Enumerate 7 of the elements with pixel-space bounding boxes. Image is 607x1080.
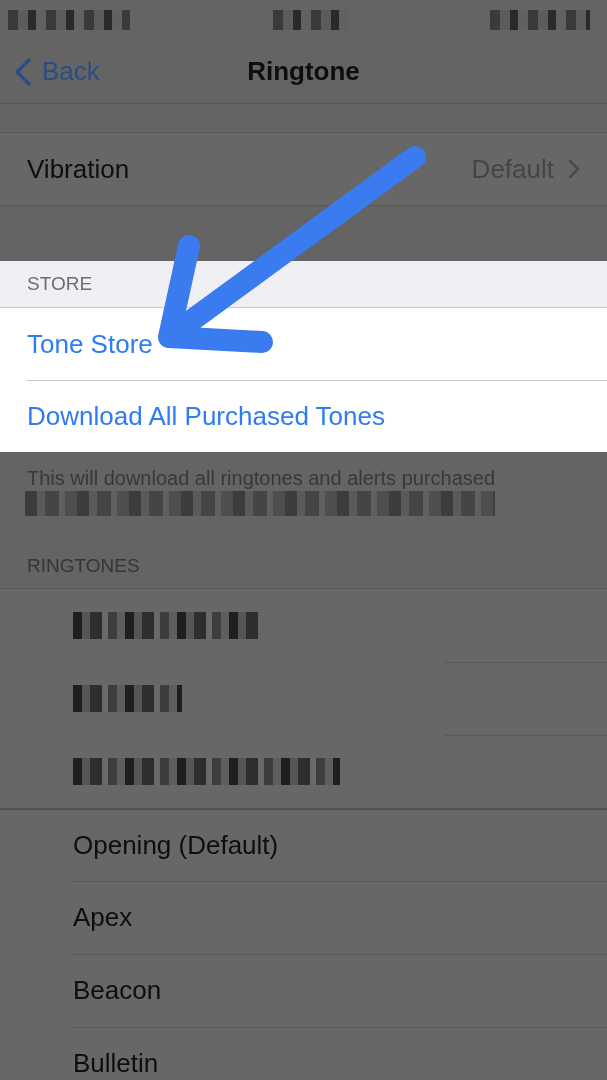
- pixelated-status-icon: [490, 10, 590, 30]
- pixelated-status-icon: [8, 10, 130, 30]
- section-header: STORE: [0, 261, 607, 308]
- vibration-label: Vibration: [27, 153, 130, 185]
- chevron-icon: [568, 159, 580, 179]
- back-chevron-icon: [14, 57, 32, 86]
- page-title: Ringtone: [247, 56, 360, 87]
